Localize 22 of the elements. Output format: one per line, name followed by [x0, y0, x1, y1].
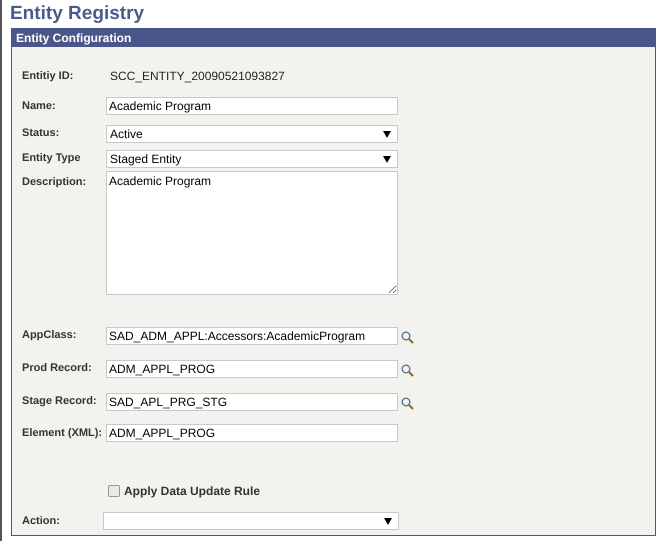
field-label: Description:	[22, 175, 88, 190]
field-label: Action:	[22, 514, 61, 529]
field-label: Prod Record:	[22, 361, 93, 376]
text-field[interactable]: ADM_APPL_PROG	[106, 424, 398, 442]
field-label: Name:	[22, 98, 57, 114]
field-label: Entitiy ID:	[22, 68, 74, 84]
lookup-field[interactable]: SAD_APL_PRG_STG	[106, 392, 398, 410]
text-field[interactable]: Academic Program	[106, 97, 398, 115]
field-label: Entity Type	[22, 151, 82, 166]
panel-header: Entity Configuration	[12, 29, 655, 47]
field-label: Status:	[22, 126, 60, 142]
field-label: AppClass:	[22, 328, 78, 344]
checkbox-label[interactable]: Apply Data Update Rule	[108, 476, 655, 506]
entity-id-value: SCC_ENTITY_20090521093827	[110, 68, 285, 85]
description-textarea[interactable]: Academic Program	[106, 171, 398, 295]
dropdown[interactable]: Active	[106, 124, 398, 142]
field-label: Element (XML):	[22, 426, 104, 441]
lookup-field[interactable]: ADM_APPL_PROG	[106, 360, 398, 378]
lookup-field[interactable]: SAD_ADM_APPL:Accessors:AcademicProgram	[106, 326, 398, 344]
field-label: Stage Record:	[22, 394, 98, 410]
dropdown[interactable]: Staged Entity	[106, 150, 398, 168]
page-title: Entity Registry	[10, 2, 146, 26]
